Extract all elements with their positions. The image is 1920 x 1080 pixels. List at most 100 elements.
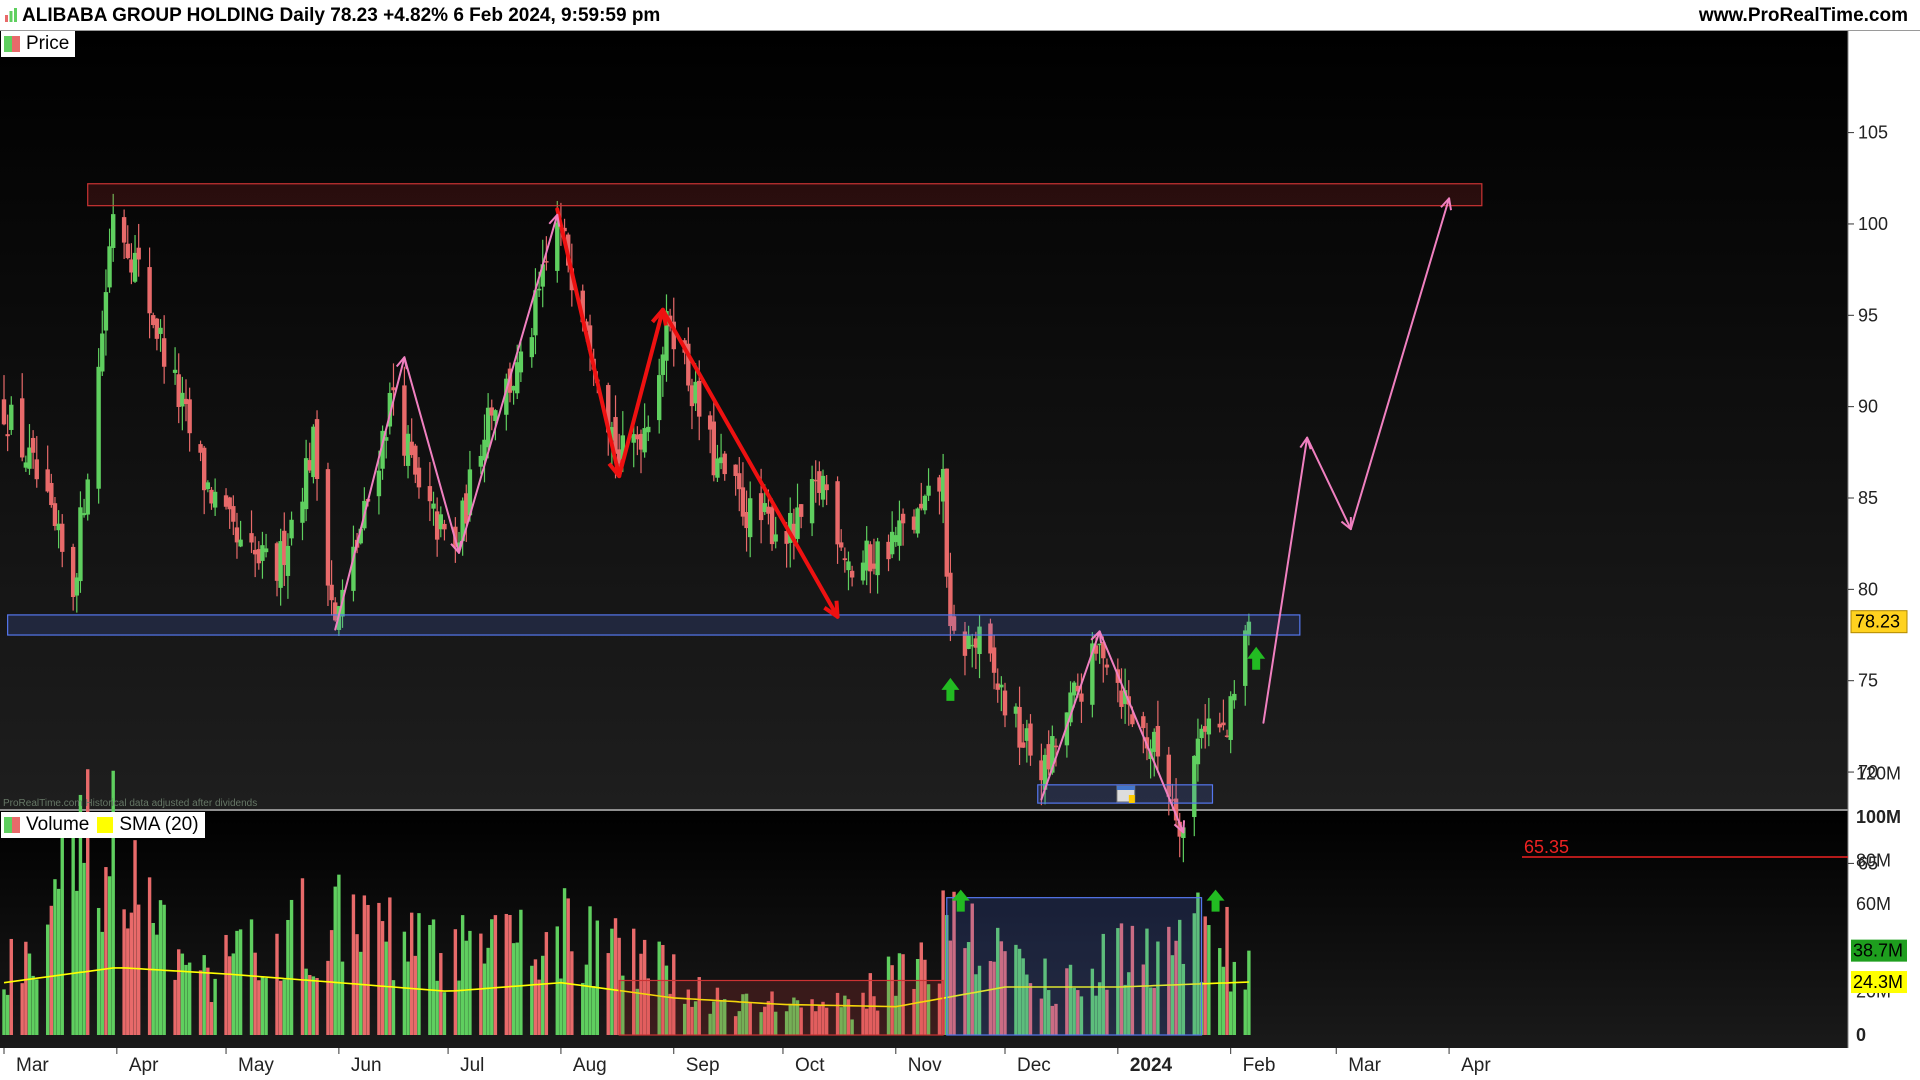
y-tick-label: 80 bbox=[1858, 579, 1878, 599]
chart-canvas: 65.35 10510095908580757065120M100M80M60M… bbox=[0, 30, 1920, 1076]
volume-bar bbox=[1221, 966, 1226, 1035]
volume-bar bbox=[104, 867, 108, 1035]
x-tick-label: Aug bbox=[573, 1055, 607, 1076]
y-tick-label: 105 bbox=[1858, 123, 1888, 143]
volume-bar bbox=[278, 980, 283, 1035]
volume-bar bbox=[86, 769, 90, 1035]
volume-bar bbox=[504, 913, 509, 1035]
volume-bar bbox=[490, 919, 494, 1035]
y-tick-label: 95 bbox=[1858, 305, 1878, 325]
sma-swatch-icon bbox=[97, 817, 114, 833]
volume-bar bbox=[340, 961, 345, 1035]
volume-bar bbox=[180, 953, 185, 1035]
volume-bar bbox=[187, 962, 192, 1035]
prorealtime-logo-icon bbox=[5, 8, 17, 22]
x-tick-label: Sep bbox=[686, 1055, 720, 1076]
high_volume-zone bbox=[946, 897, 1203, 1036]
earnings-calendar-icon[interactable] bbox=[1116, 785, 1136, 803]
watermark-text: ProRealTime.com Historical data adjusted… bbox=[3, 798, 257, 809]
volume-bar bbox=[533, 959, 538, 1035]
y-tick-label: 85 bbox=[1858, 488, 1878, 508]
volume-bar bbox=[588, 906, 592, 1035]
volume-y-tick-label: 0 bbox=[1856, 1025, 1866, 1045]
level-line-label: 65.35 bbox=[1524, 837, 1569, 857]
volume-bar bbox=[581, 982, 585, 1035]
volume-bar bbox=[384, 941, 388, 1035]
price-legend[interactable]: Price bbox=[1, 31, 76, 57]
price-panel bbox=[0, 30, 1848, 809]
volume-bar bbox=[409, 912, 414, 1035]
volume-legend-label: Volume bbox=[26, 814, 90, 835]
volume-bar bbox=[366, 904, 370, 1035]
price-legend-label: Price bbox=[26, 33, 70, 54]
site-link[interactable]: www.ProRealTime.com bbox=[1699, 5, 1908, 27]
volume-bar bbox=[35, 979, 39, 1035]
volume-bar bbox=[359, 951, 363, 1035]
volume-bar bbox=[311, 976, 316, 1035]
volume-bar bbox=[60, 834, 64, 1035]
volume-bar bbox=[326, 960, 330, 1035]
volume-bar bbox=[584, 964, 589, 1035]
volume-bar bbox=[96, 907, 101, 1035]
support-zone bbox=[7, 614, 1301, 636]
volume-bar bbox=[453, 929, 458, 1035]
volume-bar bbox=[49, 905, 54, 1035]
volume-bar bbox=[315, 978, 319, 1035]
volume-bar bbox=[380, 921, 385, 1035]
volume-bar bbox=[238, 929, 243, 1035]
volume-bar bbox=[464, 940, 468, 1035]
volume-bar bbox=[264, 978, 268, 1035]
volume-bar bbox=[541, 955, 545, 1035]
volume-bar bbox=[224, 934, 228, 1035]
volume-bar bbox=[402, 931, 407, 1035]
volume-bar bbox=[431, 919, 436, 1035]
volume-bar bbox=[508, 914, 512, 1035]
volume-y-tick-label: 120M bbox=[1856, 763, 1901, 783]
y-tick-label: 75 bbox=[1858, 671, 1878, 691]
volume-bar bbox=[122, 909, 126, 1035]
volume-bar bbox=[136, 904, 141, 1035]
volume-bar bbox=[147, 877, 152, 1035]
volume-bar bbox=[2, 989, 6, 1035]
volume-bar bbox=[45, 924, 50, 1035]
price-swatch-icon bbox=[4, 36, 20, 52]
volume-bar bbox=[519, 909, 523, 1035]
x-tick-label: Jun bbox=[351, 1055, 382, 1076]
volume-y-tick-label: 100M bbox=[1856, 807, 1901, 827]
volume-bar bbox=[198, 970, 203, 1035]
volume-bar bbox=[111, 770, 115, 1035]
y-tick-label: 100 bbox=[1858, 214, 1888, 234]
volume-bar bbox=[227, 956, 232, 1035]
volume-bar bbox=[173, 979, 177, 1035]
volume-bar bbox=[482, 963, 487, 1035]
volume-y-tick-label: 60M bbox=[1856, 894, 1891, 914]
volume-bar bbox=[75, 890, 79, 1035]
volume-bar bbox=[610, 928, 614, 1035]
chart-title: ALIBABA GROUP HOLDING Daily 78.23 +4.82%… bbox=[22, 5, 661, 26]
volume-bar bbox=[1243, 989, 1247, 1035]
volume-legend[interactable]: Volume SMA (20) bbox=[1, 812, 205, 838]
volume-bar bbox=[286, 919, 290, 1035]
volume-bar bbox=[71, 826, 75, 1035]
candle bbox=[915, 507, 920, 538]
volume-bar bbox=[1247, 950, 1251, 1035]
volume-bar bbox=[406, 961, 410, 1035]
sma-legend-label: SMA (20) bbox=[119, 814, 199, 835]
volume-bar bbox=[351, 894, 356, 1035]
volume-bar bbox=[53, 879, 57, 1035]
title-bar: ALIBABA GROUP HOLDING Daily 78.23 +4.82%… bbox=[0, 0, 1920, 31]
volume-bar bbox=[31, 975, 35, 1035]
volume-bar bbox=[391, 980, 396, 1035]
volume-bar bbox=[177, 949, 181, 1035]
volume-bar bbox=[231, 953, 236, 1035]
volume-bar bbox=[562, 888, 567, 1035]
volume-bar bbox=[460, 915, 465, 1035]
volume-bar bbox=[457, 980, 461, 1035]
volume-bar bbox=[82, 862, 86, 1035]
volume-bar bbox=[591, 985, 596, 1035]
volume-bar bbox=[555, 926, 559, 1035]
volume-bar bbox=[100, 931, 104, 1035]
volume-bar bbox=[129, 912, 134, 1035]
volume-bar bbox=[1207, 925, 1211, 1035]
x-tick-label: Feb bbox=[1243, 1055, 1276, 1076]
